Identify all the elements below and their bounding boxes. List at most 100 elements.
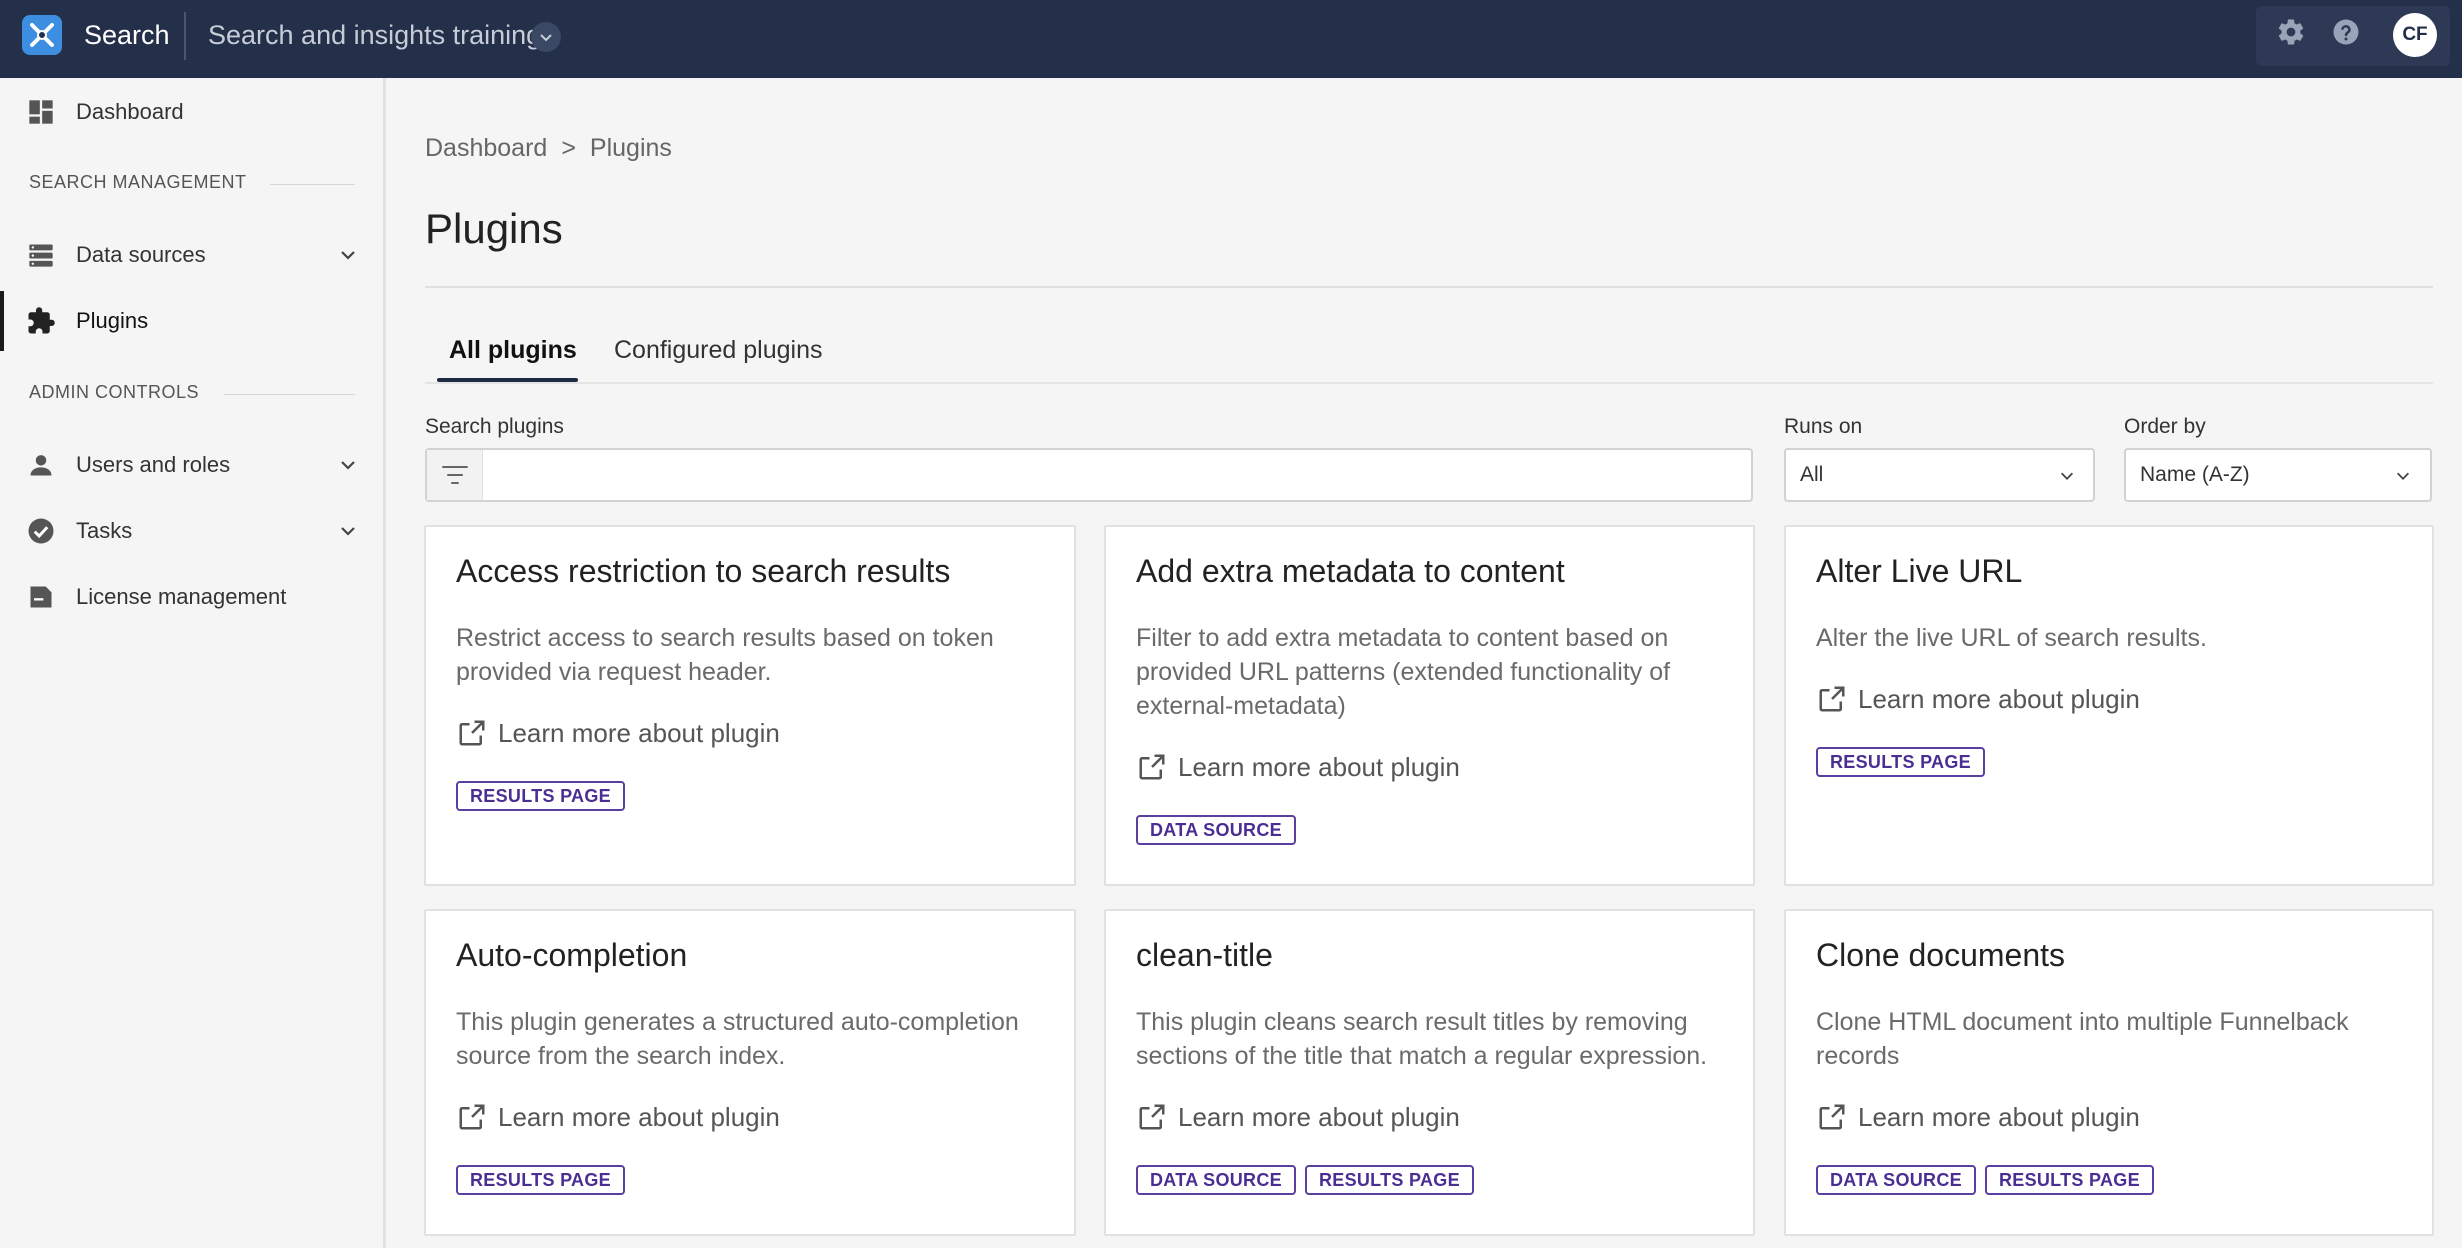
sidebar-item-label: Plugins xyxy=(76,308,149,333)
context-chevron-down-icon[interactable] xyxy=(531,22,561,52)
plugin-card[interactable]: Auto-completion This plugin generates a … xyxy=(424,909,1076,1236)
plugin-card-title[interactable]: Access restriction to search results xyxy=(456,553,950,590)
tag-data-source: DATA SOURCE xyxy=(1136,815,1296,845)
tab-all-plugins[interactable]: All plugins xyxy=(449,336,577,365)
plugin-card-title[interactable]: clean-title xyxy=(1136,937,1273,974)
search-plugins-input[interactable] xyxy=(491,456,1741,494)
tag-results-page: RESULTS PAGE xyxy=(1984,1165,2154,1195)
tag-results-page: RESULTS PAGE xyxy=(1816,747,1985,777)
check-circle-icon xyxy=(26,516,56,546)
plugin-card[interactable]: Clone documents Clone HTML document into… xyxy=(1784,909,2434,1236)
page-title: Plugins xyxy=(425,205,563,252)
plugin-tags: RESULTS PAGE xyxy=(456,781,625,811)
sidebar-item-data-sources[interactable]: Data sources xyxy=(0,225,383,285)
plugin-card-description: Alter the live URL of search results. xyxy=(1816,624,2207,652)
tag-results-page: RESULTS PAGE xyxy=(1304,1165,1474,1195)
plugin-card-title[interactable]: Alter Live URL xyxy=(1816,553,2022,590)
sidebar-item-label: Dashboard xyxy=(76,99,184,124)
plugin-tags: DATA SOURCE RESULTS PAGE xyxy=(1816,1165,2154,1195)
chevron-down-icon xyxy=(2392,465,2414,487)
learn-more-link[interactable]: Learn more about plugin xyxy=(1136,1101,1460,1133)
learn-more-label: Learn more about plugin xyxy=(1178,751,1460,782)
filter-icon[interactable] xyxy=(427,450,483,500)
dashboard-icon xyxy=(26,97,56,127)
breadcrumb-current: Plugins xyxy=(589,134,672,162)
runs-on-select[interactable]: All xyxy=(1784,448,2095,502)
order-by-value: Name (A-Z) xyxy=(2140,463,2250,486)
app-name[interactable]: Search xyxy=(84,20,170,51)
plugin-card-description: This plugin cleans search result titles … xyxy=(1136,1008,1708,1070)
plugin-card-description: Restrict access to search results based … xyxy=(456,624,994,686)
title-divider xyxy=(425,286,2433,288)
learn-more-link[interactable]: Learn more about plugin xyxy=(456,1101,780,1133)
top-bar: Search Search and insights training CF xyxy=(0,0,2462,78)
breadcrumb: Dashboard > Plugins xyxy=(425,134,672,163)
chevron-down-icon[interactable] xyxy=(336,243,360,267)
tag-results-page: RESULTS PAGE xyxy=(456,1165,625,1195)
tab-configured-plugins[interactable]: Configured plugins xyxy=(614,336,822,365)
learn-more-link[interactable]: Learn more about plugin xyxy=(1816,1101,2140,1133)
learn-more-link[interactable]: Learn more about plugin xyxy=(456,717,780,749)
sidebar-item-plugins[interactable]: Plugins xyxy=(0,291,383,351)
plugin-card-title[interactable]: Clone documents xyxy=(1816,937,2065,974)
sidebar-item-license-management[interactable]: License management xyxy=(0,567,383,627)
help-icon[interactable] xyxy=(2330,16,2362,48)
external-link-icon xyxy=(1816,683,1848,715)
learn-more-label: Learn more about plugin xyxy=(498,1101,780,1132)
plugin-card-title[interactable]: Auto-completion xyxy=(456,937,687,974)
search-plugins-field xyxy=(425,448,1753,502)
learn-more-link[interactable]: Learn more about plugin xyxy=(1136,751,1460,783)
sidebar-item-label: License management xyxy=(76,584,287,609)
context-name[interactable]: Search and insights training xyxy=(208,20,541,51)
plugin-card-description: Clone HTML document into multiple Funnel… xyxy=(1816,1008,2349,1070)
chevron-down-icon[interactable] xyxy=(336,453,360,477)
plugin-tags: DATA SOURCE RESULTS PAGE xyxy=(1136,1165,1474,1195)
external-link-icon xyxy=(1816,1101,1848,1133)
search-plugins-label: Search plugins xyxy=(425,415,564,438)
plugin-card[interactable]: clean-title This plugin cleans search re… xyxy=(1104,909,1755,1236)
breadcrumb-link-dashboard[interactable]: Dashboard xyxy=(425,134,547,163)
learn-more-label: Learn more about plugin xyxy=(498,717,780,748)
avatar[interactable]: CF xyxy=(2393,13,2437,57)
plugin-card[interactable]: Access restriction to search results Res… xyxy=(424,525,1076,886)
order-by-select[interactable]: Name (A-Z) xyxy=(2124,448,2432,502)
sidebar-item-users-and-roles[interactable]: Users and roles xyxy=(0,435,383,495)
runs-on-label: Runs on xyxy=(1784,415,1863,438)
user-icon xyxy=(26,450,56,480)
gear-icon[interactable] xyxy=(2275,16,2307,48)
section-divider xyxy=(270,184,355,185)
plugin-card[interactable]: Add extra metadata to content Filter to … xyxy=(1104,525,1755,886)
plugin-tags: RESULTS PAGE xyxy=(456,1165,625,1195)
chevron-down-icon[interactable] xyxy=(336,519,360,543)
order-by-label: Order by xyxy=(2124,415,2206,438)
learn-more-label: Learn more about plugin xyxy=(1858,683,2140,714)
database-icon xyxy=(26,240,56,270)
chevron-down-icon xyxy=(2056,465,2078,487)
puzzle-icon xyxy=(26,306,56,336)
plugin-card[interactable]: Alter Live URL Alter the live URL of sea… xyxy=(1784,525,2434,886)
learn-more-link[interactable]: Learn more about plugin xyxy=(1816,683,2140,715)
app-logo-icon[interactable] xyxy=(22,15,62,55)
sidebar-item-tasks[interactable]: Tasks xyxy=(0,501,383,561)
plugin-card-description: Filter to add extra metadata to content … xyxy=(1136,624,1671,720)
runs-on-value: All xyxy=(1800,463,1824,486)
sidebar-item-label: Tasks xyxy=(76,518,133,543)
external-link-icon xyxy=(456,717,488,749)
plugin-tags: RESULTS PAGE xyxy=(1816,747,1985,777)
breadcrumb-separator: > xyxy=(561,134,576,162)
license-icon xyxy=(26,582,56,612)
tag-results-page: RESULTS PAGE xyxy=(456,781,625,811)
plugin-card-title[interactable]: Add extra metadata to content xyxy=(1136,553,1565,590)
sidebar-item-label: Users and roles xyxy=(76,452,231,477)
tag-data-source: DATA SOURCE xyxy=(1816,1165,1976,1195)
external-link-icon xyxy=(1136,751,1168,783)
plugin-tags: DATA SOURCE xyxy=(1136,815,1296,845)
learn-more-label: Learn more about plugin xyxy=(1178,1101,1460,1132)
sidebar-item-label: Data sources xyxy=(76,242,206,267)
tag-data-source: DATA SOURCE xyxy=(1136,1165,1296,1195)
sidebar-item-dashboard[interactable]: Dashboard xyxy=(0,82,383,142)
section-label-admin-controls: ADMIN CONTROLS xyxy=(29,382,200,402)
section-label-search-management: SEARCH MANAGEMENT xyxy=(29,172,247,192)
tabs-divider xyxy=(425,382,2433,384)
external-link-icon xyxy=(1136,1101,1168,1133)
